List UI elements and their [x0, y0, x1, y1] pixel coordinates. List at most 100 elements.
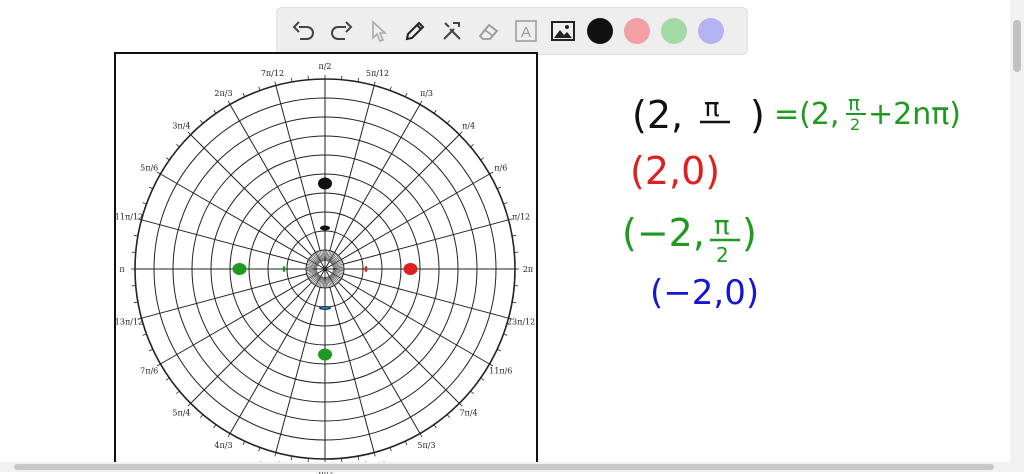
angle-label: π	[119, 265, 124, 274]
outer-tick	[243, 93, 245, 97]
angle-label: 11π/6	[489, 367, 512, 376]
polar-graph-paper[interactable]: π/25π/12π/3π/4π/6π/122π23π/1211π/67π/45π…	[114, 52, 538, 472]
small-mark-red	[365, 266, 368, 272]
point-black-2-pi-over-2	[318, 178, 332, 190]
angle-label: 23π/12	[507, 318, 535, 327]
outer-tick	[405, 93, 407, 97]
color-black[interactable]	[581, 13, 618, 50]
note-line4: (−2,0)	[650, 273, 759, 313]
note-line1-left: (2,	[632, 93, 683, 137]
note-line1-eq: =(2,	[774, 97, 839, 132]
angle-label: π/6	[494, 164, 507, 173]
outer-tick	[243, 441, 245, 445]
outer-tick	[434, 110, 436, 113]
outer-tick	[188, 403, 191, 406]
outer-tick	[481, 378, 484, 380]
note-line3-pi: π	[714, 211, 730, 241]
outer-tick	[200, 415, 203, 418]
eraser-icon[interactable]	[470, 13, 507, 50]
outer-tick	[497, 349, 501, 351]
small-mark-green	[283, 266, 286, 272]
outer-tick	[176, 391, 179, 394]
color-red[interactable]	[618, 13, 655, 50]
grid-spoke	[160, 174, 325, 269]
grid-spoke	[325, 269, 420, 434]
outer-tick	[200, 120, 203, 123]
tools-icon[interactable]	[433, 13, 470, 50]
redo-icon[interactable]	[322, 13, 359, 50]
note-line3-left: (−2,	[622, 211, 705, 255]
outer-tick	[149, 187, 153, 189]
angle-label: 7π/6	[140, 367, 158, 376]
angle-label: 5π/6	[140, 164, 158, 173]
small-mark-green-overlay	[321, 307, 329, 309]
vertical-scrollbar-thumb[interactable]	[1013, 20, 1021, 72]
drawing-toolbar: A	[276, 7, 748, 55]
note-line1-pi: π	[704, 93, 720, 123]
outer-tick	[214, 110, 216, 113]
select-arrow-icon[interactable]	[359, 13, 396, 50]
angle-label: 4π/3	[214, 441, 232, 450]
outer-tick	[481, 158, 484, 160]
outer-tick	[459, 132, 462, 135]
polar-grid: π/25π/12π/3π/4π/6π/122π23π/1211π/67π/45π…	[116, 54, 540, 474]
angle-label: 11π/12	[116, 212, 143, 221]
outer-tick	[471, 144, 474, 147]
angle-label: 5π/3	[417, 441, 435, 450]
angle-label: 3π/4	[172, 121, 190, 130]
outer-tick	[214, 425, 216, 428]
note-line3-denom: 2	[716, 243, 729, 267]
text-box-glyph: A	[520, 24, 530, 41]
vertical-scrollbar[interactable]	[1010, 0, 1024, 472]
angle-label: 5π/4	[172, 409, 190, 418]
color-blue[interactable]	[692, 13, 729, 50]
outer-tick	[166, 378, 169, 380]
outer-tick	[459, 403, 462, 406]
outer-tick	[176, 144, 179, 147]
outer-tick	[228, 101, 230, 104]
note-line2: (2,0)	[630, 149, 720, 193]
grid-spoke	[325, 174, 490, 269]
undo-icon[interactable]	[285, 13, 322, 50]
small-mark-black	[320, 226, 330, 231]
horizontal-scrollbar[interactable]	[0, 462, 1010, 472]
outer-tick	[497, 187, 501, 189]
angle-label: 5π/12	[366, 69, 389, 78]
note-line1-denom: 2	[850, 115, 860, 134]
angle-label: π/3	[420, 89, 433, 98]
text-box-icon[interactable]: A	[507, 13, 544, 50]
outer-tick	[420, 101, 422, 104]
angle-label: 7π/4	[459, 409, 477, 418]
point-green-minus2-0	[233, 263, 247, 275]
outer-tick	[490, 172, 493, 174]
outer-tick	[447, 415, 450, 418]
pencil-icon[interactable]	[396, 13, 433, 50]
outer-tick	[405, 441, 407, 445]
outer-tick	[166, 158, 169, 160]
angle-label: π/2	[318, 62, 331, 71]
outer-tick	[471, 391, 474, 394]
angle-label: 7π/12	[261, 69, 284, 78]
outer-tick	[228, 434, 230, 437]
angle-label: π/12	[512, 212, 530, 221]
outer-tick	[420, 434, 422, 437]
note-line3-right: )	[742, 211, 757, 255]
color-green-swatch	[661, 18, 687, 44]
image-icon[interactable]	[544, 13, 581, 50]
angle-label: π/4	[462, 121, 475, 130]
color-green[interactable]	[655, 13, 692, 50]
outer-tick	[447, 120, 450, 123]
grid-spoke	[230, 269, 325, 434]
point-green-minus2-pi-over-2	[318, 349, 332, 361]
grid-spoke	[230, 104, 325, 269]
angle-label: 13π/12	[116, 318, 143, 327]
grid-spoke	[325, 269, 490, 364]
outer-tick	[149, 349, 153, 351]
note-line1-pi-green: π	[848, 91, 860, 115]
horizontal-scrollbar-thumb[interactable]	[14, 464, 994, 470]
color-red-swatch	[624, 18, 650, 44]
outer-tick	[188, 132, 191, 135]
note-line1-tail: +2nπ)	[868, 97, 961, 132]
grid-spoke	[160, 269, 325, 364]
note-line1-right: )	[750, 93, 765, 137]
